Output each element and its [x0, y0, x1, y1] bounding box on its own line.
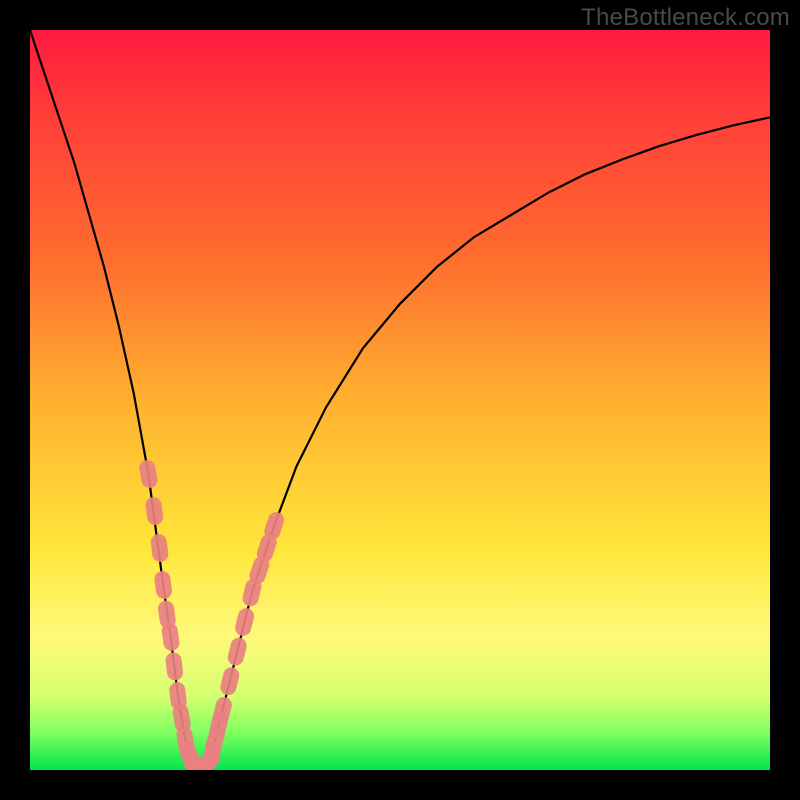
curve-marker [153, 570, 173, 600]
curve-marker [150, 533, 170, 563]
curve-marker [219, 666, 241, 697]
curve-marker [233, 606, 255, 637]
plot-area [30, 30, 770, 770]
curve-marker [138, 459, 159, 489]
bottleneck-curve-svg [30, 30, 770, 770]
curve-markers [138, 459, 286, 770]
bottleneck-curve-path [30, 30, 770, 770]
curve-marker [161, 622, 181, 652]
chart-frame: TheBottleneck.com [0, 0, 800, 800]
curve-marker [165, 652, 184, 682]
curve-marker [145, 496, 165, 526]
watermark-text: TheBottleneck.com [581, 4, 790, 32]
curve-marker [226, 636, 248, 667]
